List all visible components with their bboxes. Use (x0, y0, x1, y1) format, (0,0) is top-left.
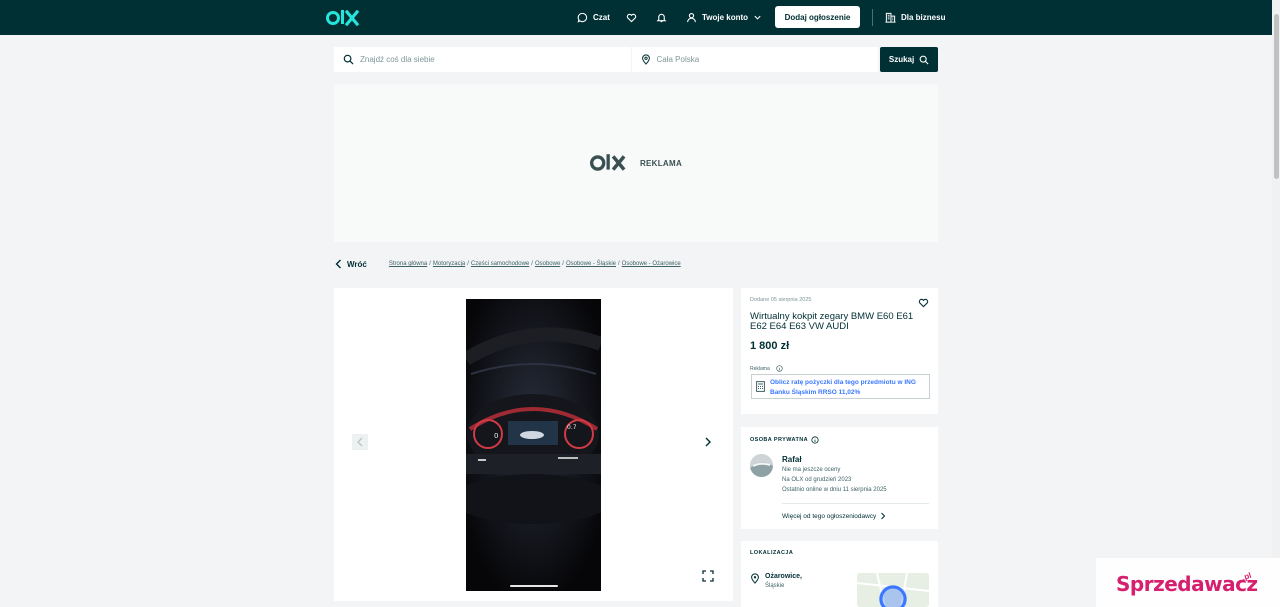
olx-logo[interactable] (326, 8, 366, 28)
photo-gallery: 0 0.7 (334, 288, 733, 601)
breadcrumb-item[interactable]: Strona główna (389, 261, 427, 267)
seller-card: OSOBA PRYWATNA Rafał Nie ma jeszcze ocen… (741, 427, 938, 529)
seller-avatar[interactable] (750, 454, 773, 477)
header-divider (872, 9, 873, 26)
heart-icon (918, 298, 929, 308)
expand-icon (702, 570, 714, 582)
olx-ad-logo (589, 154, 626, 171)
seller-section-title: OSOBA PRYWATNA (750, 436, 819, 444)
seller-name[interactable]: Rafał (782, 455, 802, 464)
location-value: Cała Polska (656, 55, 700, 64)
user-icon (687, 13, 696, 23)
loan-offer-text: Oblicz ratę pożyczki dla tego przedmiotu… (770, 379, 916, 396)
top-header: Czat Twoje konto Dodaj ogłoszenie Dla bi… (0, 0, 1280, 35)
location-card: LOKALIZACJA Ożarowice, Śląskie (741, 541, 938, 607)
chevron-right-icon (881, 512, 886, 520)
scrollbar-thumb[interactable] (1274, 14, 1279, 179)
listing-info-card: Dodane 05 sierpnia 2025 Wirtualny kokpit… (741, 288, 938, 414)
business-link[interactable]: Dla biznesu (885, 0, 945, 35)
location-region: Śląskie (765, 583, 785, 589)
business-label: Dla biznesu (901, 13, 946, 22)
breadcrumb-item[interactable]: Części samochodowe (471, 261, 529, 267)
chat-link[interactable]: Czat (577, 0, 610, 35)
info-icon[interactable] (776, 365, 783, 372)
breadcrumb-item[interactable]: Osobowe (535, 261, 560, 267)
search-icon (919, 55, 929, 65)
back-button[interactable]: Wróć (334, 259, 367, 269)
chevron-left-icon (335, 259, 341, 269)
svg-text:0.7: 0.7 (567, 424, 577, 431)
search-button-label: Szukaj (888, 55, 915, 64)
breadcrumb-item[interactable]: Osobowe - Śląskie (566, 261, 616, 267)
search-placeholder: Znajdź coś dla siebie (360, 55, 435, 64)
favorites-link[interactable] (626, 0, 637, 35)
posted-date: Dodane 05 sierpnia 2025 (750, 297, 812, 303)
chevron-down-icon (754, 15, 761, 20)
seller-type-label: OSOBA PRYWATNA (750, 437, 808, 443)
next-photo-button[interactable] (700, 434, 716, 450)
seller-last-online: Ostatnio online w dniu 11 sierpnia 2025 (782, 487, 887, 493)
chevron-left-icon (357, 437, 363, 447)
chat-label: Czat (593, 13, 610, 22)
location-map[interactable] (857, 573, 929, 607)
seller-rating: Nie ma jeszcze oceny (782, 467, 841, 473)
more-from-seller-label: Więcej od tego ogłoszeniodawcy (782, 512, 877, 520)
favorite-button[interactable] (918, 295, 929, 313)
svg-text:0: 0 (494, 432, 498, 440)
bell-icon (656, 13, 667, 23)
chat-icon (577, 12, 588, 23)
listing-photo[interactable]: 0 0.7 (466, 299, 601, 591)
search-button[interactable]: Szukaj (880, 47, 938, 72)
breadcrumb-separator: / (562, 261, 564, 267)
heart-icon (626, 13, 637, 23)
breadcrumb-item[interactable]: Osobowe - Ożarowice (622, 261, 681, 267)
back-label: Wróć (347, 259, 367, 269)
location-pin-icon (751, 573, 759, 584)
account-menu[interactable]: Twoje konto (686, 0, 762, 35)
avatar-image (750, 454, 773, 477)
sprzedawacz-watermark: Sprzedawacz .pl (1096, 558, 1280, 607)
breadcrumb-separator: / (618, 261, 620, 267)
seller-since: Na OLX od grudzień 2023 (782, 477, 852, 483)
calculator-icon (756, 381, 765, 392)
sponsored-label: Reklama (750, 365, 783, 372)
ad-label: REKLAMA (639, 158, 683, 168)
page-scrollbar[interactable] (1272, 0, 1280, 607)
fullscreen-button[interactable] (702, 569, 714, 587)
dashboard-photo-image: 0 0.7 (466, 299, 601, 591)
add-listing-button[interactable]: Dodaj ogłoszenie (775, 6, 860, 28)
breadcrumb-item[interactable]: Motoryzacja (433, 261, 465, 267)
breadcrumb-separator: / (531, 261, 533, 267)
location-pin-icon (641, 54, 650, 65)
search-input[interactable]: Znajdź coś dla siebie (334, 47, 631, 72)
search-bar: Znajdź coś dla siebie Cała Polska Szukaj (334, 47, 938, 72)
loan-offer-link[interactable]: Oblicz ratę pożyczki dla tego przedmiotu… (751, 374, 930, 399)
sponsored-text: Reklama (750, 365, 770, 372)
chevron-right-icon (705, 437, 711, 447)
listing-title: Wirtualny kokpit zegary BMW E60 E61 E62 … (750, 311, 914, 332)
map-image (857, 573, 929, 607)
location-city: Ożarowice, (765, 573, 802, 580)
breadcrumb-separator: / (467, 261, 469, 267)
location-input[interactable]: Cała Polska (631, 47, 879, 72)
breadcrumb: Wróć Strona główna / Motoryzacja / Częśc… (334, 256, 681, 272)
watermark-text: Sprzedawacz (1116, 572, 1258, 596)
seller-divider (782, 503, 929, 504)
breadcrumb-separator: / (429, 261, 431, 267)
more-from-seller-link[interactable]: Więcej od tego ogłoszeniodawcy (782, 512, 886, 520)
ad-banner[interactable]: REKLAMA (334, 84, 938, 242)
notifications-link[interactable] (656, 0, 667, 35)
account-label: Twoje konto (702, 13, 749, 22)
info-icon[interactable] (811, 436, 819, 444)
search-icon (343, 54, 354, 65)
building-icon (885, 12, 896, 23)
listing-price: 1 800 zł (750, 340, 790, 352)
location-section-title: LOKALIZACJA (750, 550, 794, 556)
prev-photo-button[interactable] (352, 434, 368, 450)
